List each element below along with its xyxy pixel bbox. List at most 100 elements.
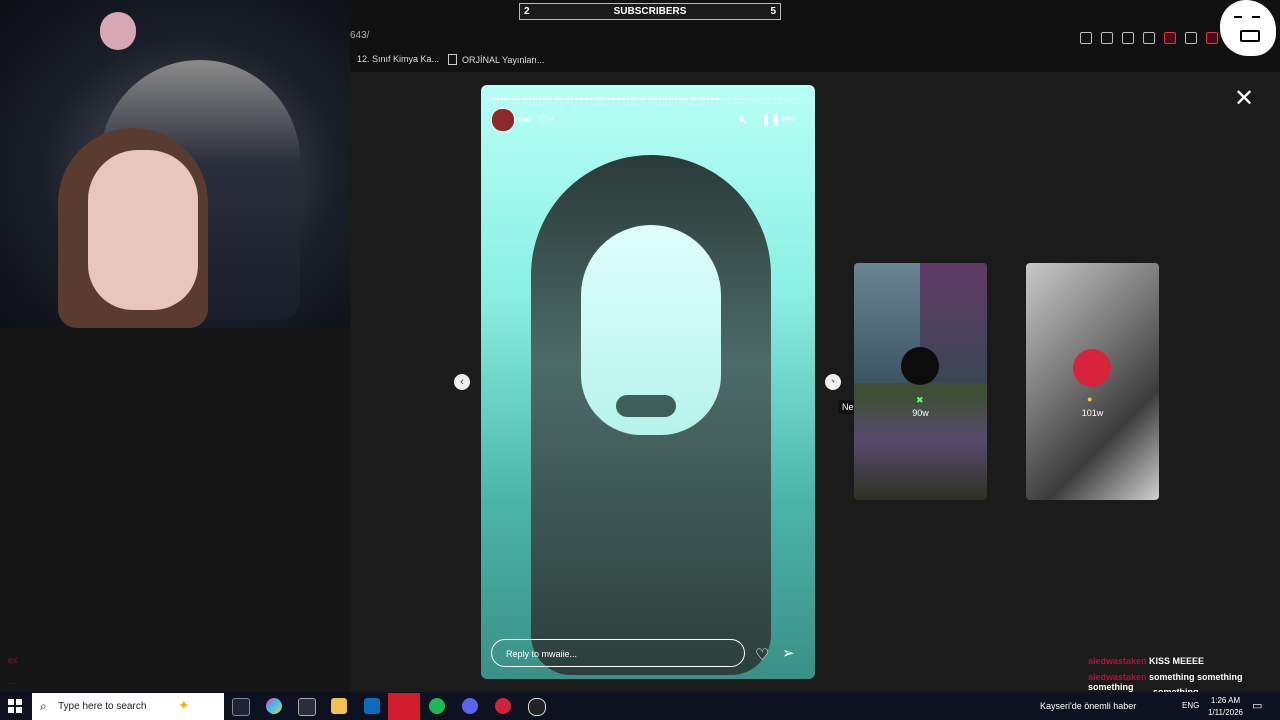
progress-segment — [648, 98, 657, 100]
avatar — [1073, 349, 1111, 387]
spotify-icon[interactable] — [429, 698, 445, 714]
bookmark-label: ORJİNAL Yayınları... — [462, 54, 545, 65]
progress-segment — [794, 98, 804, 100]
reply-placeholder: Reply to mwaiie... — [506, 649, 578, 659]
mute-icon[interactable]: 🔇︎ — [739, 112, 747, 127]
profile-icon[interactable] — [1206, 32, 1218, 44]
progress-segment — [658, 98, 667, 100]
heart-icon[interactable]: ♡ — [755, 645, 769, 665]
progress-segment — [700, 98, 709, 100]
system-clock[interactable]: 1:26 AM 1/11/2026 — [1208, 695, 1243, 719]
progress-segment — [763, 98, 772, 100]
story-timestamp: 32w — [537, 114, 554, 124]
progress-segment — [784, 98, 793, 100]
mascot-eye — [1252, 16, 1260, 23]
app-icon[interactable] — [495, 698, 511, 714]
weather-news[interactable]: Kayseri'de önemli haber — [1040, 701, 1136, 711]
heart-icon[interactable] — [1143, 32, 1155, 44]
progress-segment — [574, 98, 584, 100]
progress-segment — [532, 98, 542, 100]
subscribers-label: SUBSCRIBERS — [613, 6, 687, 17]
clock-time: 1:26 AM — [1210, 696, 1241, 705]
story-preview-card[interactable]: ● 101w — [1026, 263, 1159, 500]
avatar[interactable] — [491, 108, 515, 132]
obs-icon[interactable] — [528, 698, 546, 716]
streamer-face — [88, 150, 198, 310]
left-panel — [0, 328, 350, 692]
progress-segment — [710, 98, 720, 100]
notification-icon[interactable]: ▭ — [1252, 699, 1262, 712]
progress-segment — [511, 98, 521, 100]
progress-segment — [616, 98, 626, 100]
close-icon[interactable]: ✕ — [1234, 84, 1254, 113]
language-indicator[interactable]: ENG — [1182, 701, 1199, 710]
progress-segment — [679, 98, 688, 100]
task-view-icon[interactable] — [232, 698, 250, 716]
search-highlight-icon: ✦ — [178, 697, 190, 713]
progress-segment — [752, 98, 762, 100]
reply-input[interactable]: Reply to mwaiie... — [491, 639, 745, 667]
more-options-icon[interactable]: ••• — [781, 110, 796, 126]
preview-timestamp: 90w — [912, 408, 929, 418]
progress-segment — [543, 98, 552, 100]
copilot-icon[interactable] — [266, 698, 282, 714]
previous-story-button[interactable]: ‹ — [454, 374, 470, 390]
send-icon[interactable]: ➢ — [782, 644, 795, 662]
progress-segment — [689, 98, 699, 100]
story-player[interactable]: me 32w 🔇︎ ❚❚ ••• Reply to mwaiie... ♡ ➢ — [481, 85, 815, 679]
browser-toolbar — [1080, 32, 1218, 44]
pin-icon[interactable] — [1080, 32, 1092, 44]
story-username[interactable]: me — [518, 114, 531, 124]
file-explorer-icon[interactable] — [331, 698, 347, 714]
progress-segment — [564, 98, 573, 100]
shield-icon[interactable] — [1122, 32, 1134, 44]
tab-icon[interactable] — [1101, 32, 1113, 44]
story-progress — [491, 98, 804, 100]
windows-start-icon[interactable] — [8, 699, 22, 713]
webcam-feed — [0, 0, 350, 328]
avatar — [901, 347, 939, 385]
search-placeholder: Type here to search — [58, 701, 147, 712]
story-preview-card[interactable]: ✖ 90w — [854, 263, 987, 500]
pause-icon[interactable]: ❚❚ — [761, 112, 781, 126]
progress-segment — [501, 98, 510, 100]
progress-segment — [595, 98, 605, 100]
progress-segment — [721, 98, 730, 100]
chat-text: KISS MEEEE — [1149, 656, 1205, 666]
active-app-icon[interactable] — [388, 693, 420, 720]
progress-segment — [606, 98, 615, 100]
subscribers-goal-bar: 2 SUBSCRIBERS 5 — [519, 3, 781, 20]
extension-red-icon[interactable] — [1164, 32, 1176, 44]
mascot-overlay — [1220, 0, 1276, 56]
cat-emoji-icon: ● — [1087, 394, 1093, 404]
address-bar-text[interactable]: 643/ — [350, 30, 369, 41]
subscribers-goal: 5 — [770, 6, 776, 17]
left-panel-text: ex — [8, 655, 18, 665]
progress-segment — [742, 98, 751, 100]
left-panel-text: ... — [8, 676, 16, 686]
progress-segment — [522, 98, 531, 100]
story-image-lips — [616, 395, 676, 417]
preview-timestamp: 101w — [1081, 408, 1104, 418]
progress-segment — [553, 98, 563, 100]
discord-icon[interactable] — [462, 698, 478, 714]
emoji-icon: ✖ — [916, 395, 924, 405]
chat-username: aledwastaken — [1088, 656, 1147, 666]
progress-segment — [627, 98, 636, 100]
outlook-icon[interactable] — [364, 698, 380, 714]
mascot-eye — [1234, 16, 1242, 23]
bookmark-chemistry[interactable]: 12. Sınıf Kimya Ka... — [357, 54, 439, 64]
progress-segment — [491, 98, 500, 100]
progress-segment — [585, 98, 594, 100]
document-icon — [448, 54, 457, 65]
search-icon: ⌕ — [40, 699, 47, 713]
progress-segment — [668, 98, 678, 100]
chat-username: aledwastaken — [1088, 672, 1147, 682]
puzzle-icon[interactable] — [1185, 32, 1197, 44]
progress-segment — [637, 98, 647, 100]
bookmark-orjinal[interactable]: ORJİNAL Yayınları... — [448, 54, 544, 65]
store-icon[interactable] — [298, 698, 316, 716]
progress-segment — [731, 98, 741, 100]
mascot-mouth — [1240, 30, 1260, 42]
plush-toy — [100, 12, 136, 50]
